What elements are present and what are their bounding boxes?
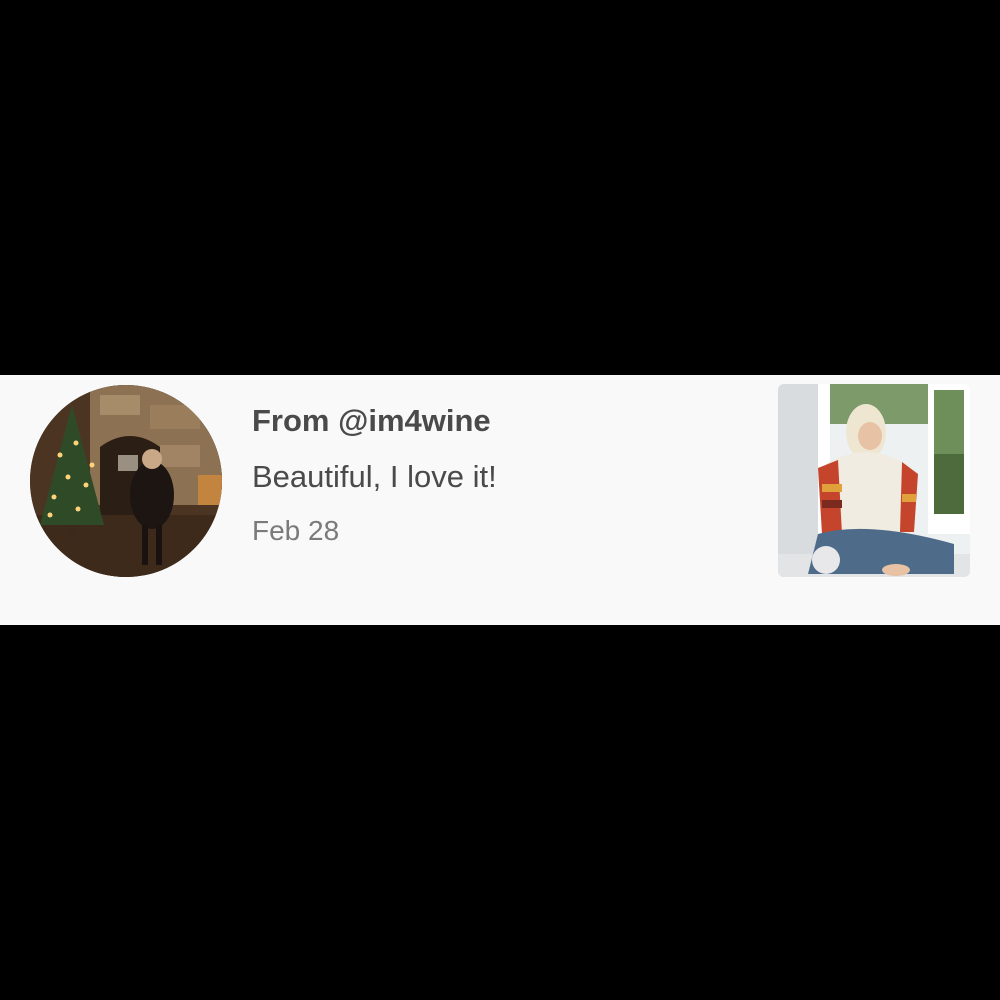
notification-row[interactable]: From @im4wine Beautiful, I love it! Feb …: [0, 375, 1000, 625]
message-text: Beautiful, I love it!: [252, 459, 497, 494]
post-photo-icon: [778, 384, 970, 577]
post-thumbnail[interactable]: [778, 384, 970, 577]
screen: From @im4wine Beautiful, I love it! Feb …: [0, 0, 1000, 1000]
timestamp: Feb 28: [252, 515, 340, 546]
sender-avatar[interactable]: [30, 385, 222, 577]
notification-text: From @im4wine Beautiful, I love it! Feb …: [252, 399, 750, 551]
sender-line[interactable]: From @im4wine: [252, 399, 750, 443]
avatar-photo-icon: [30, 385, 222, 577]
